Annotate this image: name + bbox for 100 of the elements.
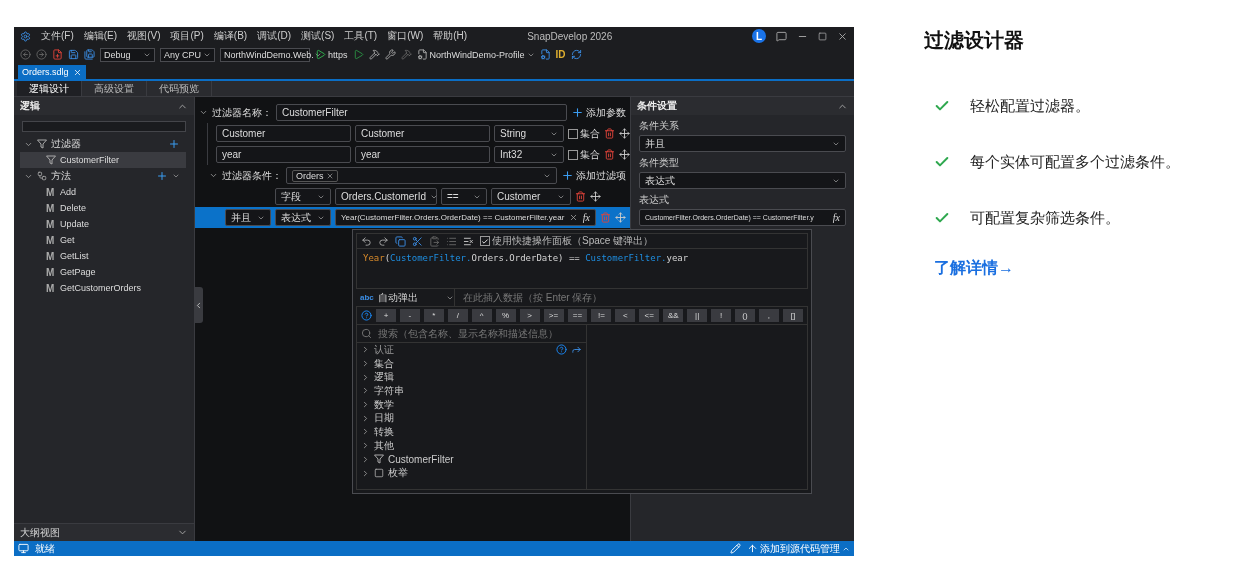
menu-item[interactable]: 视图(V) [127, 29, 161, 43]
configuration-select[interactable]: Debug [100, 47, 155, 62]
condition-row[interactable]: 并且 表达式 Year(CustomerFilter.Orders.OrderDate) == CustomerFilter.year fx [195, 207, 630, 228]
category-label: CustomerFilter [388, 453, 455, 465]
display-name-field[interactable]: year [355, 146, 490, 163]
category-item[interactable]: 数学 [357, 397, 586, 412]
operator-button[interactable]: () [735, 309, 755, 322]
type-select[interactable]: Int32 [494, 146, 564, 163]
learn-more-link[interactable]: 了解详情→ [934, 258, 1180, 279]
tree-item[interactable]: M Delete [20, 200, 186, 216]
expression-field[interactable]: Year(CustomerFilter.Orders.OrderDate) == CustomerFilter.year fx [335, 209, 596, 226]
tree-item[interactable]: M Get [20, 232, 186, 248]
tree-item[interactable]: 方法 [20, 168, 186, 184]
field-label: 条件类型 [639, 156, 680, 170]
operator-button[interactable]: / [447, 309, 468, 322]
category-item[interactable]: 枚举 [357, 466, 586, 480]
select-field[interactable]: 字段 [275, 188, 331, 205]
input-field[interactable]: 在此插入数据（按 Enter 保存） [461, 291, 804, 304]
tree-label: Add [60, 187, 77, 197]
checkbox-label: 使用快捷操作面板（Space 键弹出） [492, 234, 654, 248]
menu-item[interactable]: 编译(B) [213, 29, 248, 43]
feature-text: 每个实体可配置多个过滤条件。 [970, 152, 1180, 172]
menu-item[interactable]: 文件(F) [41, 29, 74, 43]
document-tab[interactable]: Orders.sdlg [18, 65, 86, 79]
operator-button[interactable]: - [399, 309, 420, 322]
category-label: 其他 [374, 438, 395, 453]
tree-item[interactable]: 过滤器 [20, 136, 186, 152]
operator-button[interactable]: * [423, 309, 444, 322]
operator-button[interactable]: < [615, 309, 636, 322]
entity-select[interactable]: Orders [286, 167, 557, 184]
add-parameter-button[interactable]: 添加参数 [571, 105, 626, 120]
tree-item[interactable]: CustomerFilter [20, 152, 186, 168]
menu-item[interactable]: 调试(D) [257, 29, 292, 43]
operator-button[interactable]: % [495, 309, 516, 322]
select-field[interactable]: 并且 [639, 135, 846, 152]
tree-item[interactable]: M GetCustomerOrders [20, 280, 186, 296]
tree-item[interactable]: M Add [20, 184, 186, 200]
category-item[interactable]: 集合 [357, 356, 586, 371]
category-item[interactable]: 转换 [357, 425, 586, 439]
source-control-button[interactable]: 添加到源代码管理 [747, 541, 850, 556]
category-item[interactable]: 认证 [357, 343, 586, 357]
parameter-name-field[interactable]: year [216, 146, 351, 163]
menu-item[interactable]: 测试(S) [301, 29, 335, 43]
operator-button[interactable]: != [591, 309, 612, 322]
menu-item[interactable]: 项目(P) [170, 29, 204, 43]
operator-button[interactable]: + [376, 309, 396, 322]
filter-name-label: 过滤器名称： [212, 105, 272, 120]
menu-item[interactable]: 帮助(H) [433, 29, 468, 43]
conditions-label: 过滤器条件： [222, 168, 282, 183]
operator-button[interactable]: <= [639, 309, 660, 322]
operator-button[interactable]: == [567, 309, 588, 322]
select-field[interactable]: 表达式 [275, 209, 331, 226]
entity-tag[interactable]: Orders [292, 169, 338, 182]
select-field[interactable]: Customer [491, 188, 571, 205]
display-name-field[interactable]: Customer [355, 125, 490, 142]
operator-button[interactable]: && [663, 309, 684, 322]
parameter-name-field[interactable]: Customer [216, 125, 351, 142]
tree-item[interactable]: M Update [20, 216, 186, 232]
type-select[interactable]: String [494, 125, 564, 142]
operator-button[interactable]: ! [711, 309, 732, 322]
tree-item[interactable]: M GetPage [20, 264, 186, 280]
id-button[interactable]: ID [555, 49, 566, 60]
tab[interactable]: 逻辑设计 [17, 81, 82, 96]
select-field[interactable]: 并且 [225, 209, 271, 226]
category-label: 数学 [374, 397, 395, 412]
method-icon: M [46, 234, 56, 246]
field-label: 表达式 [639, 193, 670, 207]
add-condition-button[interactable]: 添加过滤项 [561, 168, 626, 183]
checkbox-label: 集合 [580, 126, 600, 141]
operator-button[interactable]: || [687, 309, 708, 322]
category-label: 枚举 [388, 466, 409, 481]
code-editor[interactable]: Year(CustomerFilter.Orders.OrderDate) == CustomerFilter.year [356, 249, 808, 289]
mode-select[interactable]: abc 自动弹出 [360, 289, 455, 306]
operator-button[interactable]: , [759, 309, 779, 322]
platform-select[interactable]: Any CPU [160, 47, 215, 62]
checkbox-label: 集合 [580, 147, 600, 162]
tree-label: Get [60, 235, 76, 245]
operator-button[interactable]: >= [543, 309, 564, 322]
avatar[interactable]: L [752, 29, 766, 43]
search-field[interactable]: 搜索（包含名称、显示名称和描述信息） [357, 325, 586, 343]
filter-name-field[interactable]: CustomerFilter [276, 104, 567, 121]
menu-item[interactable]: 工具(T) [344, 29, 378, 43]
operator-button[interactable]: > [519, 309, 540, 322]
condition-row[interactable]: 字段 Orders.CustomerId == Customer [195, 186, 630, 207]
profile-select[interactable]: NorthWindDemo-Profile [416, 49, 535, 60]
operator-button[interactable]: ^ [471, 309, 492, 322]
category-item[interactable]: 其他 [357, 438, 586, 453]
menu-item[interactable]: 窗口(W) [387, 29, 424, 43]
operator-button[interactable]: [] [782, 309, 803, 322]
run-button[interactable]: https [315, 49, 348, 60]
menu-item[interactable]: 编辑(E) [83, 29, 118, 43]
select-field[interactable]: == [441, 188, 487, 205]
category-item[interactable]: 字符串 [357, 384, 586, 398]
tree-item[interactable]: M GetList [20, 248, 186, 264]
category-label: 转换 [374, 424, 395, 439]
category-item[interactable]: 逻辑 [357, 370, 586, 385]
select-field[interactable]: 表达式 [639, 172, 846, 189]
select-field[interactable]: Orders.CustomerId [335, 188, 437, 205]
category-item[interactable]: 日期 [357, 411, 586, 426]
category-item[interactable]: CustomerFilter [357, 452, 586, 467]
